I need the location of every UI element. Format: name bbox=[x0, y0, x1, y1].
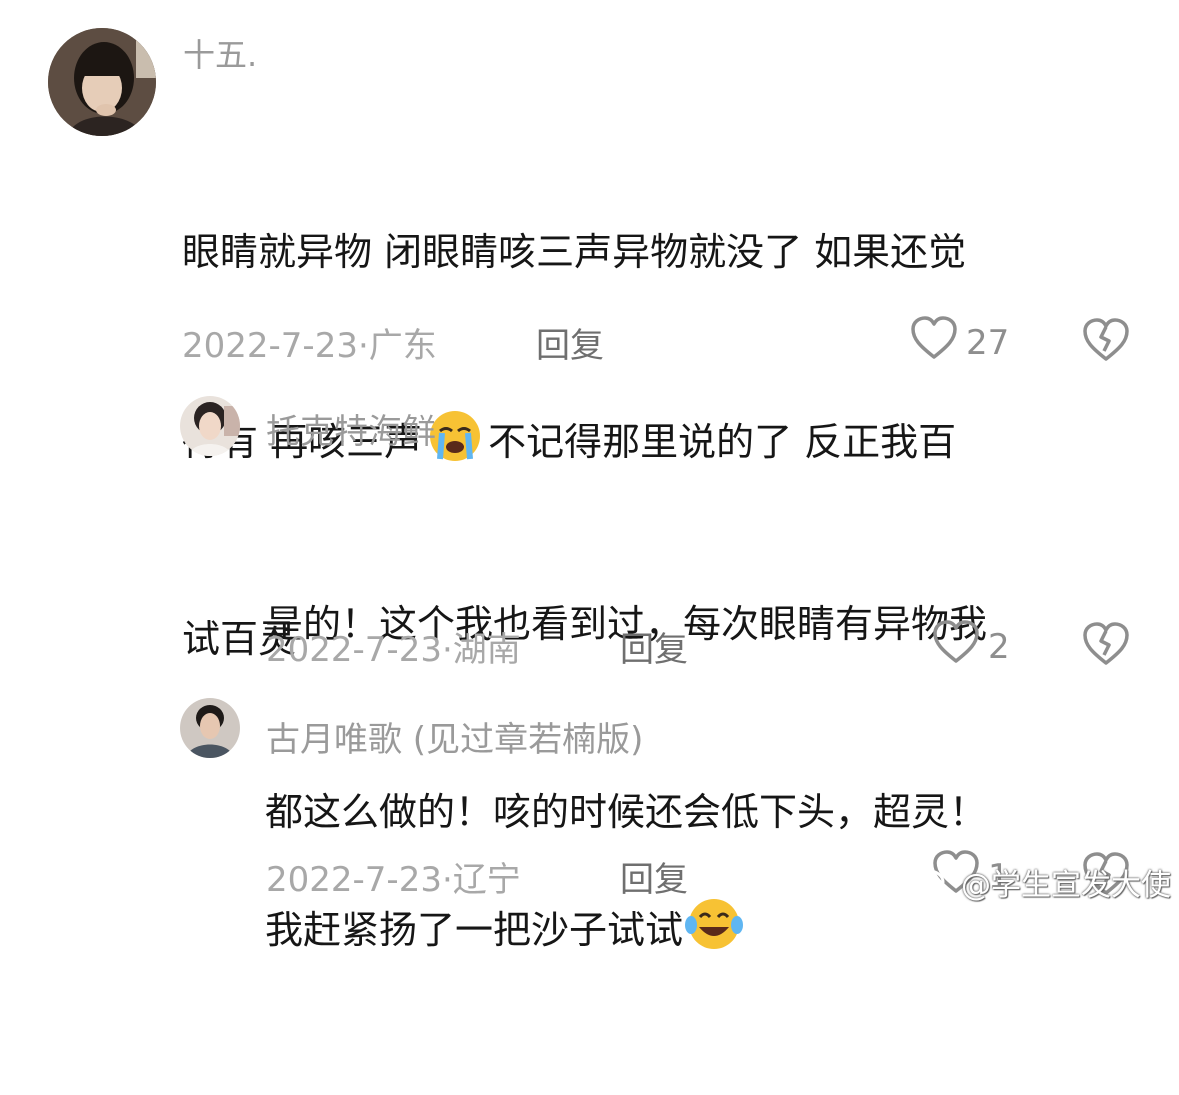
comment-location: 湖南 bbox=[452, 630, 521, 670]
comment-date: 2022-7-23 bbox=[266, 860, 442, 900]
dislike-button[interactable] bbox=[1082, 318, 1130, 366]
comment-date: 2022-7-23 bbox=[266, 630, 442, 670]
comment-location: 广东 bbox=[368, 326, 437, 366]
watermark: @学生宣发大使 bbox=[913, 860, 1171, 904]
face-with-tears-of-joy-icon bbox=[685, 897, 744, 970]
broken-heart-icon bbox=[1082, 318, 1130, 366]
username[interactable]: 古月唯歌 (见过章若楠版) bbox=[266, 712, 643, 761]
comment-meta: 2022-7-23·湖南 bbox=[266, 622, 521, 671]
avatar[interactable] bbox=[48, 28, 156, 136]
weibo-logo-icon bbox=[913, 861, 961, 903]
comment-text: 我赶紧扬了一把沙子试试 bbox=[265, 772, 1145, 1095]
dislike-button[interactable] bbox=[1082, 622, 1130, 670]
avatar[interactable] bbox=[180, 396, 240, 456]
like-count: 2 bbox=[988, 626, 1010, 667]
avatar[interactable] bbox=[180, 698, 240, 758]
like-button[interactable]: 27 bbox=[910, 316, 1009, 369]
username[interactable]: 十五. bbox=[183, 30, 257, 76]
meta-separator: · bbox=[441, 630, 453, 670]
meta-separator: · bbox=[357, 326, 369, 366]
reply-button[interactable]: 回复 bbox=[620, 852, 688, 901]
meta-separator: · bbox=[441, 860, 453, 900]
comment-date: 2022-7-23 bbox=[182, 326, 358, 366]
heart-icon bbox=[910, 316, 966, 369]
heart-icon bbox=[932, 620, 988, 673]
comment-text-segment: 我赶紧扬了一把沙子试试 bbox=[265, 908, 684, 953]
comment-meta: 2022-7-23·广东 bbox=[182, 318, 437, 367]
comment-meta: 2022-7-23·辽宁 bbox=[266, 852, 521, 901]
reply-comment-item: 托克特海鲜 是的！这个我也看到过，每次眼睛有异物我 都这么做的！咳的时候还会低下… bbox=[0, 380, 1179, 834]
watermark-text: @学生宣发大使 bbox=[961, 868, 1171, 903]
reply-button[interactable]: 回复 bbox=[536, 318, 604, 367]
broken-heart-icon bbox=[1082, 622, 1130, 670]
comment-location: 辽宁 bbox=[452, 860, 521, 900]
comment-text-line: 我赶紧扬了一把沙子试试 bbox=[265, 897, 1145, 970]
comment-item: 十五. 眼睛就异物 闭眼睛咳三声异物就没了 如果还觉 得有 再咳三声 不记得那里说… bbox=[0, 0, 1179, 661]
like-count: 27 bbox=[966, 322, 1010, 363]
comment-text-line: 眼睛就异物 闭眼睛咳三声异物就没了 如果还觉 bbox=[182, 230, 967, 275]
like-button[interactable]: 2 bbox=[932, 620, 1010, 673]
reply-button[interactable]: 回复 bbox=[620, 622, 688, 671]
username[interactable]: 托克特海鲜 bbox=[266, 404, 436, 453]
